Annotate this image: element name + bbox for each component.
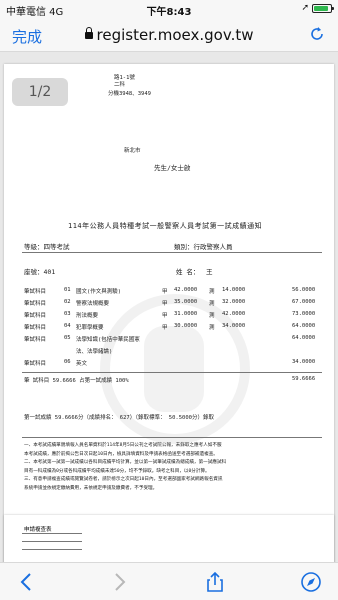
score-cell-name: 英文 bbox=[76, 361, 88, 367]
reload-icon[interactable] bbox=[308, 25, 326, 43]
header-unit: 二科 bbox=[114, 82, 126, 88]
score-cell-type: 筆試科目 bbox=[24, 301, 47, 307]
score-cell-code: 01 bbox=[64, 287, 71, 293]
back-icon[interactable] bbox=[16, 571, 38, 593]
score-cell-name: 國文(作文與測驗) bbox=[76, 289, 122, 295]
score-cell-score: 35.0000 bbox=[174, 299, 198, 305]
note-line: 目有一科成績為0分或各科成績平均成績未達50分，均不予錄取。缺考之科目，以0分計… bbox=[24, 468, 210, 474]
first-stage-result: 第一試成績 59.6666分（成績排名： 627）（錄取標準： 50.5000分… bbox=[24, 415, 214, 421]
browser-toolbar bbox=[0, 562, 338, 600]
score-cell-right: 64.0000 bbox=[292, 335, 316, 341]
score-cell-right: 73.0000 bbox=[292, 311, 316, 317]
name-label: 姓 名： bbox=[176, 268, 200, 276]
document-page-1: 路1-1號 二科 分機3948、3949 新北市 先生/女士啟 114年公務人員… bbox=[4, 64, 334, 562]
exam-category: 類別：行政警察人員 bbox=[174, 243, 233, 251]
note-line: 三、有意申請複查成績或閱覽試卷者，請於榜示之次日起10日內，至考選部國家考試網路… bbox=[24, 477, 223, 482]
seat-number: 座號：401 bbox=[24, 268, 56, 276]
page2-table-line bbox=[22, 549, 82, 550]
total-row-score: 59.6666 bbox=[292, 376, 316, 382]
divider bbox=[22, 252, 322, 253]
score-cell-right: 56.0000 bbox=[292, 287, 316, 293]
divider bbox=[22, 437, 322, 438]
score-cell-mark: 甲 bbox=[162, 289, 168, 295]
recipient-name: 先生/女士啟 bbox=[154, 164, 191, 172]
score-cell-name: 法學知識(包括中華民國憲 bbox=[76, 337, 140, 343]
score-cell-score: 30.0000 bbox=[174, 323, 198, 329]
score-cell-times: 測 bbox=[209, 325, 215, 331]
url-text: register.moex.gov.tw bbox=[96, 26, 254, 44]
score-cell-weighted: 34.0000 bbox=[222, 323, 246, 329]
score-cell-times: 測 bbox=[209, 301, 215, 307]
total-row: 筆 試科目 59.6666 占第一試成績 100% bbox=[24, 378, 129, 384]
document-page-2: 申請複查表 bbox=[4, 515, 334, 562]
score-cell-code: 06 bbox=[64, 359, 71, 365]
lock-icon bbox=[84, 27, 93, 39]
recipient-city: 新北市 bbox=[124, 148, 141, 154]
clock: 下午8:43 bbox=[146, 7, 192, 18]
note-line: 系統申請並依規定繳納費用，未依規定申請及繳費者，不予受理。 bbox=[24, 485, 158, 491]
score-cell-weighted: 32.0000 bbox=[222, 299, 246, 305]
note-line: 一、本考試成績單親填報入員名單資料於114年8月5日公刊之考試院公報，未錄取之應… bbox=[24, 443, 222, 448]
compass-icon[interactable] bbox=[300, 571, 322, 593]
browser-navbar: 完成 register.moex.gov.tw bbox=[0, 18, 338, 52]
note-line: 二、本考試第一試第一試成績以各科目成績平均計算，並以第一試筆試成績為總成績，第一… bbox=[24, 460, 227, 465]
battery-indicator: ➚ bbox=[301, 3, 334, 13]
name-value: 王 bbox=[206, 268, 213, 276]
score-cell-code: 02 bbox=[64, 299, 71, 305]
page-indicator: 1/2 bbox=[12, 78, 68, 106]
watermark-figure bbox=[144, 326, 204, 412]
score-cell-right: 34.0000 bbox=[292, 359, 316, 365]
score-cell-name: 法、法學緒論) bbox=[76, 349, 113, 355]
score-cell-right: 67.0000 bbox=[292, 299, 316, 305]
note-line: 本考試成績，應於前揭公告日次日起10日內，檢具詳填資料及申請表格函送至考選部補遺… bbox=[24, 451, 218, 457]
score-cell-name: 犯罪學概要 bbox=[76, 325, 104, 331]
score-cell-score: 31.0000 bbox=[174, 311, 198, 317]
exam-grade: 等級：四等考試 bbox=[24, 243, 70, 251]
status-bar: 中華電信 4G 下午8:43 ➚ bbox=[0, 0, 338, 18]
score-cell-type: 筆試科目 bbox=[24, 289, 47, 295]
score-cell-right: 64.0000 bbox=[292, 323, 316, 329]
score-cell-times: 測 bbox=[209, 313, 215, 319]
score-cell-type: 筆試科目 bbox=[24, 313, 47, 319]
score-cell-weighted: 14.0000 bbox=[222, 287, 246, 293]
score-cell-type: 筆試科目 bbox=[24, 361, 47, 367]
battery-fill bbox=[314, 5, 328, 11]
score-cell-code: 05 bbox=[64, 335, 71, 341]
battery-icon bbox=[312, 3, 334, 13]
share-icon[interactable] bbox=[204, 571, 226, 593]
page2-table-line bbox=[22, 533, 82, 534]
score-cell-score: 42.0000 bbox=[174, 287, 198, 293]
score-cell-type: 筆試科目 bbox=[24, 337, 47, 343]
document-title: 114年公務人員特種考試一般警察人員考試第一試成績通知 bbox=[68, 222, 263, 230]
header-extension: 分機3948、3949 bbox=[108, 91, 151, 97]
score-cell-mark: 甲 bbox=[162, 325, 168, 331]
score-cell-times: 測 bbox=[209, 289, 215, 295]
page2-title: 申請複查表 bbox=[24, 527, 52, 533]
score-cell-code: 04 bbox=[64, 323, 71, 329]
page2-table-line bbox=[22, 541, 82, 542]
score-cell-name: 警察法規概要 bbox=[76, 301, 110, 307]
pdf-viewer[interactable]: 路1-1號 二科 分機3948、3949 新北市 先生/女士啟 114年公務人員… bbox=[0, 52, 338, 562]
location-icon: ➚ bbox=[301, 3, 309, 13]
score-cell-name: 刑法概要 bbox=[76, 313, 99, 319]
score-cell-type: 筆試科目 bbox=[24, 325, 47, 331]
score-cell-code: 03 bbox=[64, 311, 71, 317]
url-bar[interactable]: register.moex.gov.tw bbox=[0, 26, 338, 44]
score-cell-mark: 甲 bbox=[162, 313, 168, 319]
score-cell-weighted: 42.0000 bbox=[222, 311, 246, 317]
forward-icon[interactable] bbox=[108, 571, 130, 593]
score-cell-mark: 甲 bbox=[162, 301, 168, 307]
divider bbox=[22, 372, 322, 373]
